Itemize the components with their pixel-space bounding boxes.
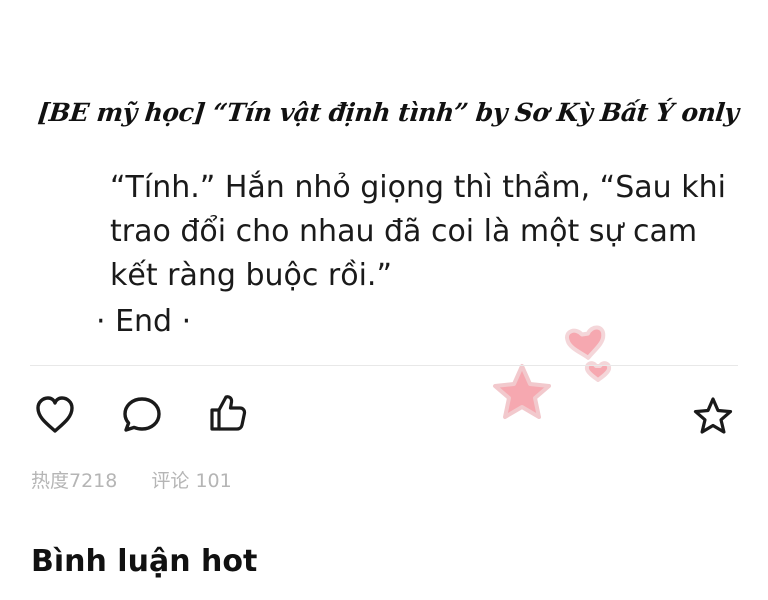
comment-button[interactable] bbox=[120, 393, 164, 437]
comment-bubble-icon bbox=[123, 397, 161, 432]
thumbs-up-button[interactable] bbox=[206, 391, 250, 435]
watermark-title: [BE mỹ học] “Tín vật định tình” by Sơ Kỳ… bbox=[36, 98, 740, 127]
story-text: “Tính.” Hắn nhỏ giọng thì thầm, “Sau khi… bbox=[110, 170, 726, 293]
heat-count: 热度7218 bbox=[31, 470, 118, 492]
hot-comments-title: Bình luận hot bbox=[31, 544, 258, 579]
post-stats: 热度7218 评论 101 bbox=[31, 466, 260, 493]
like-button[interactable] bbox=[33, 393, 77, 437]
star-icon bbox=[693, 397, 733, 434]
story-paragraph: “Tính.” Hắn nhỏ giọng thì thầm, “Sau khi… bbox=[110, 166, 750, 298]
thumbs-up-icon bbox=[210, 395, 247, 431]
post-page: [BE mỹ học] “Tín vật định tình” by Sơ Kỳ… bbox=[0, 0, 768, 600]
pink-star-hearts-sticker bbox=[493, 325, 612, 419]
heart-icon bbox=[36, 396, 74, 433]
content-divider bbox=[30, 365, 738, 366]
end-marker: · End · bbox=[96, 304, 192, 339]
favorite-button[interactable] bbox=[691, 394, 735, 438]
comment-count[interactable]: 评论 101 bbox=[151, 470, 231, 492]
